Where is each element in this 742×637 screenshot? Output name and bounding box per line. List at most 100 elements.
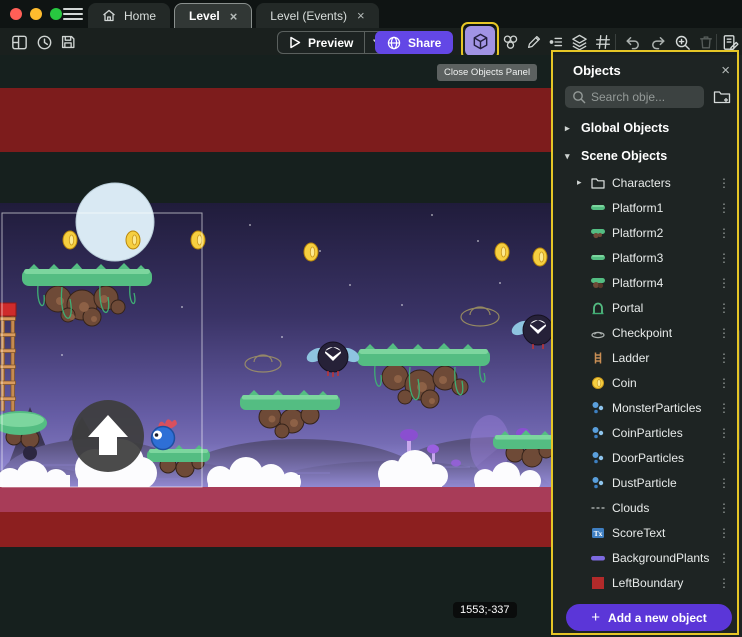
object-row-coin[interactable]: Coin⋮	[553, 370, 742, 395]
close-panel-icon[interactable]: ×	[721, 63, 730, 78]
tab-level-events[interactable]: Level (Events) ×	[256, 3, 378, 28]
object-name: Platform3	[612, 251, 714, 265]
editor-background-bottom	[0, 547, 553, 637]
particles-icon	[589, 400, 607, 416]
delete-icon[interactable]	[695, 31, 717, 53]
tab-level[interactable]: Level ×	[174, 3, 252, 28]
kebab-menu-icon[interactable]: ⋮	[714, 401, 734, 415]
kebab-menu-icon[interactable]: ⋮	[714, 201, 734, 215]
portal-icon	[589, 300, 607, 316]
dashes-icon	[589, 500, 607, 516]
object-row-platform2[interactable]: Platform2⋮	[553, 220, 742, 245]
object-row-scoretext[interactable]: Tx ScoreText⋮	[553, 520, 742, 545]
kebab-menu-icon[interactable]: ⋮	[714, 526, 734, 540]
plus-icon: +	[591, 609, 600, 626]
preview-label: Preview	[308, 36, 353, 50]
group-label: Scene Objects	[581, 149, 667, 163]
layers-icon[interactable]	[568, 31, 590, 53]
close-tab-icon[interactable]: ×	[357, 8, 365, 23]
menu-icon[interactable]	[62, 6, 84, 22]
object-row-doorparticles[interactable]: DoorParticles⋮	[553, 445, 742, 470]
add-folder-icon[interactable]	[712, 87, 732, 107]
platform-green-icon	[589, 250, 607, 266]
grid-icon[interactable]	[592, 31, 614, 53]
red-square-icon	[589, 575, 607, 591]
object-row-monsterparticles[interactable]: MonsterParticles⋮	[553, 395, 742, 420]
object-row-clouds[interactable]: Clouds⋮	[553, 495, 742, 520]
globe-icon	[387, 36, 401, 50]
kebab-menu-icon[interactable]: ⋮	[714, 501, 734, 515]
bottom-boundary-red[interactable]	[0, 512, 553, 547]
group-global-objects[interactable]: ▸ Global Objects	[553, 114, 742, 142]
particles-icon	[589, 475, 607, 491]
kebab-menu-icon[interactable]: ⋮	[714, 426, 734, 440]
kebab-menu-icon[interactable]: ⋮	[714, 551, 734, 565]
minimize-window-button[interactable]	[30, 8, 42, 20]
edit-icon[interactable]	[523, 31, 545, 53]
toggle-objects-panel-button[interactable]	[465, 26, 495, 56]
panel-scrollbar[interactable]	[737, 330, 740, 450]
objects-panel: Objects × ▸ Global Objects ▾ Scene Objec…	[553, 55, 742, 637]
object-row-checkpoint[interactable]: Checkpoint⋮	[553, 320, 742, 345]
zoom-window-button[interactable]	[50, 8, 62, 20]
objects-list: ▸Characters⋮Platform1⋮Platform2⋮Platform…	[553, 170, 742, 595]
panel-layout-icon[interactable]	[8, 31, 30, 53]
kebab-menu-icon[interactable]: ⋮	[714, 326, 734, 340]
kebab-menu-icon[interactable]: ⋮	[714, 451, 734, 465]
object-row-backgroundplants[interactable]: BackgroundPlants⋮	[553, 545, 742, 570]
zoom-in-icon[interactable]	[671, 31, 693, 53]
scene-editor-canvas[interactable]: 1553;-337	[0, 55, 553, 637]
instances-list-icon[interactable]	[545, 31, 567, 53]
object-row-dustparticle[interactable]: DustParticle⋮	[553, 470, 742, 495]
tab-home[interactable]: Home	[88, 3, 170, 28]
object-row-platform1[interactable]: Platform1⋮	[553, 195, 742, 220]
kebab-menu-icon[interactable]: ⋮	[714, 476, 734, 490]
jump-button[interactable]	[72, 400, 144, 472]
particles-icon	[589, 450, 607, 466]
caret-collapsed-icon[interactable]: ▸	[577, 177, 589, 188]
object-name: ScoreText	[612, 526, 714, 540]
kebab-menu-icon[interactable]: ⋮	[714, 376, 734, 390]
object-groups-icon[interactable]	[499, 31, 521, 53]
group-scene-objects[interactable]: ▾ Scene Objects	[553, 142, 742, 170]
kebab-menu-icon[interactable]: ⋮	[714, 226, 734, 240]
object-row-portal[interactable]: Portal⋮	[553, 295, 742, 320]
kebab-menu-icon[interactable]: ⋮	[714, 351, 734, 365]
tab-label: Level	[189, 9, 220, 23]
history-icon[interactable]	[33, 31, 55, 53]
object-row-platform3[interactable]: Platform3⋮	[553, 245, 742, 270]
edit-scene-properties-icon[interactable]	[719, 31, 741, 53]
svg-text:Tx: Tx	[594, 529, 603, 538]
home-icon	[102, 9, 116, 22]
object-row-ladder[interactable]: Ladder⋮	[553, 345, 742, 370]
bottom-boundary-pink[interactable]	[0, 487, 553, 512]
play-icon	[289, 36, 301, 49]
kebab-menu-icon[interactable]: ⋮	[714, 251, 734, 265]
search-objects-input[interactable]	[565, 86, 704, 108]
object-row-characters[interactable]: ▸Characters⋮	[553, 170, 742, 195]
add-object-button[interactable]: + Add a new object	[566, 604, 732, 631]
kebab-menu-icon[interactable]: ⋮	[714, 276, 734, 290]
folder-icon	[589, 175, 607, 191]
top-boundary[interactable]	[0, 88, 553, 152]
kebab-menu-icon[interactable]: ⋮	[714, 176, 734, 190]
kebab-menu-icon[interactable]: ⋮	[714, 576, 734, 590]
caret-collapsed-icon: ▸	[565, 123, 573, 134]
object-name: Platform4	[612, 276, 714, 290]
particles-icon	[589, 425, 607, 441]
tab-bar: Home Level × Level (Events) ×	[0, 0, 742, 28]
close-window-button[interactable]	[10, 8, 22, 20]
coin-icon	[589, 375, 607, 391]
object-row-leftboundary[interactable]: LeftBoundary⋮	[553, 570, 742, 595]
moon[interactable]	[76, 183, 154, 261]
kebab-menu-icon[interactable]: ⋮	[714, 301, 734, 315]
object-row-coinparticles[interactable]: CoinParticles⋮	[553, 420, 742, 445]
close-tab-icon[interactable]: ×	[230, 9, 238, 24]
save-icon[interactable]	[57, 31, 79, 53]
object-row-platform4[interactable]: Platform4⋮	[553, 270, 742, 295]
object-name: LeftBoundary	[612, 576, 714, 590]
object-name: Portal	[612, 301, 714, 315]
share-button[interactable]: Share	[375, 31, 453, 54]
undo-icon[interactable]	[621, 31, 643, 53]
redo-icon[interactable]	[647, 31, 669, 53]
